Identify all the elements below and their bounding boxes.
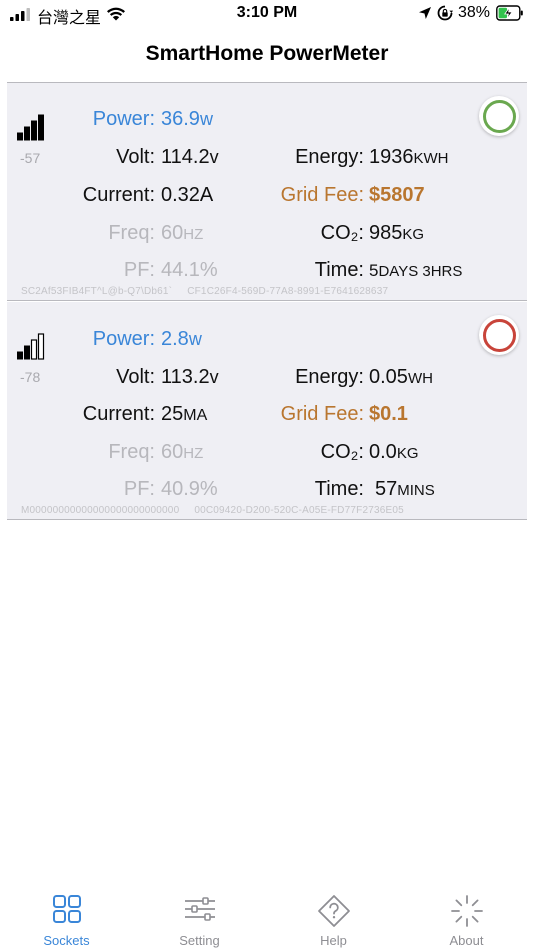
status-bar: 台灣之星 3:10 PM 38% (0, 0, 534, 28)
pf-label: PF: (123, 259, 155, 281)
grid-fee-value: $5807 (369, 184, 425, 206)
pf-value: 40.9% (161, 478, 218, 500)
time-field: Time: 57mins (227, 478, 527, 504)
socket-card[interactable]: -78 Power: 2.8w Volt: 113.2v Current: 25… (7, 302, 527, 520)
freq-label: Freq: (108, 441, 155, 463)
card-divider (7, 519, 527, 520)
freq-field: Freq: 60Hz (7, 441, 227, 467)
card-divider (7, 300, 527, 301)
time-value: 5Days 3Hrs (369, 261, 463, 280)
current-field: Current: 0.32A (7, 184, 227, 210)
co2-field: CO₂: 985KG (227, 222, 527, 248)
socket-card[interactable]: -57 Power: 36.9w Volt: 114.2v Current: 0… (7, 83, 527, 301)
energy-label: Energy: (295, 366, 364, 388)
power-toggle-button[interactable] (479, 96, 519, 136)
tab-about[interactable]: About (400, 880, 533, 950)
volt-value: 113.2v (161, 366, 219, 388)
page-title: SmartHome PowerMeter (145, 42, 389, 65)
power-label: Power: (92, 328, 155, 350)
current-label: Current: (82, 403, 155, 425)
tab-help[interactable]: Help (267, 880, 400, 950)
device-ids: SC2Af53FIB4FT^L@b-Q7\Db61` CF1C26F4-569D… (21, 286, 400, 297)
grid-icon (52, 895, 81, 923)
power-state-ring (482, 318, 516, 352)
grid-fee-value: $0.1 (369, 403, 408, 425)
current-value: 0.32A (161, 184, 214, 206)
power-field: Power: 36.9w (7, 108, 227, 134)
volt-field: Volt: 114.2v (7, 146, 227, 172)
device-uuid: 00C09420-D200-520C-A05E-FD77F2736E05 (194, 505, 404, 516)
battery-charging-icon (496, 5, 523, 21)
freq-field: Freq: 60Hz (7, 222, 227, 248)
current-value: 25mA (161, 403, 208, 425)
pf-field: PF: 44.1% (7, 259, 227, 285)
volt-field: Volt: 113.2v (7, 366, 227, 392)
power-state-ring (482, 99, 516, 133)
device-mac: M00000000000000000000000000 (21, 505, 180, 516)
tab-label: Sockets (43, 933, 90, 948)
power-toggle-button[interactable] (479, 315, 519, 355)
current-label: Current: (82, 184, 155, 206)
pf-label: PF: (123, 478, 155, 500)
time-label: Time: (314, 259, 364, 281)
grid-fee-field: Grid Fee: $5807 (227, 184, 527, 210)
grid-fee-label: Grid Fee: (280, 184, 364, 206)
volt-value: 114.2v (161, 146, 219, 168)
tab-label: Setting (179, 933, 220, 948)
tab-label: About (449, 933, 484, 948)
co2-field: CO₂: 0.0KG (227, 441, 527, 467)
energy-field: Energy: 1936KWH (227, 146, 527, 172)
co2-value: 0.0KG (369, 441, 419, 463)
freq-value: 60Hz (161, 222, 204, 244)
freq-value: 60Hz (161, 441, 204, 463)
device-mac: SC2Af53FIB4FT^L@b-Q7\Db61` (21, 286, 173, 297)
battery-percent: 38% (458, 4, 491, 21)
pf-field: PF: 40.9% (7, 478, 227, 504)
energy-value: 0.05WH (369, 366, 433, 388)
device-ids: M00000000000000000000000000 00C09420-D20… (21, 505, 416, 516)
rotation-lock-icon (437, 5, 453, 21)
power-value: 36.9w (161, 108, 213, 130)
time-label: Time: (314, 478, 364, 500)
power-value: 2.8w (161, 328, 202, 350)
device-uuid: CF1C26F4-569D-77A8-8991-E7641628637 (187, 286, 389, 297)
sliders-icon (184, 897, 215, 921)
tab-bar: Sockets Setting Help About (0, 880, 534, 950)
tab-setting[interactable]: Setting (133, 880, 266, 950)
help-diamond-icon (317, 895, 350, 927)
co2-label: CO₂: (320, 222, 364, 244)
power-label: Power: (92, 108, 155, 130)
freq-label: Freq: (108, 222, 155, 244)
time-value: 57mins (375, 478, 435, 500)
pf-value: 44.1% (161, 259, 218, 281)
energy-value: 1936KWH (369, 146, 449, 168)
co2-label: CO₂: (320, 441, 364, 463)
volt-label: Volt: (116, 366, 155, 388)
current-field: Current: 25mA (7, 403, 227, 429)
energy-label: Energy: (295, 146, 364, 168)
grid-fee-label: Grid Fee: (280, 403, 364, 425)
co2-value: 985KG (369, 222, 425, 244)
energy-field: Energy: 0.05WH (227, 366, 527, 392)
location-arrow-icon (419, 7, 431, 19)
spinner-icon (450, 895, 483, 927)
volt-label: Volt: (116, 146, 155, 168)
tab-sockets[interactable]: Sockets (0, 880, 133, 950)
tab-label: Help (320, 933, 347, 948)
power-field: Power: 2.8w (7, 328, 227, 354)
time-field: Time: 5Days 3Hrs (227, 259, 527, 285)
grid-fee-field: Grid Fee: $0.1 (227, 403, 527, 429)
clock: 3:10 PM (236, 4, 298, 21)
